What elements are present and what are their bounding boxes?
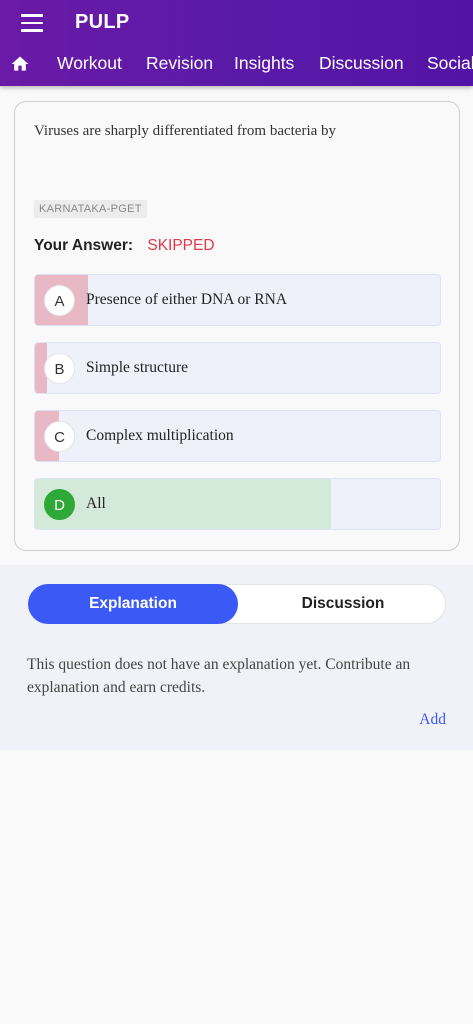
answer-status: SKIPPED xyxy=(147,237,215,254)
home-icon[interactable] xyxy=(10,54,30,74)
explanation-tab[interactable]: Explanation xyxy=(28,584,238,624)
app-bar: PULP Workout Revision Insights Discussio… xyxy=(0,0,473,86)
option-c-letter: C xyxy=(44,421,75,452)
option-d[interactable]: D All xyxy=(34,478,441,530)
your-answer: Your Answer: SKIPPED xyxy=(34,237,215,255)
app-title: PULP xyxy=(75,11,130,33)
question-card: Viruses are sharply differentiated from … xyxy=(14,101,460,551)
option-d-fill xyxy=(35,479,331,529)
exam-tag: KARNATAKA-PGET xyxy=(34,200,147,218)
explanation-panel: Explanation Discussion This question doe… xyxy=(0,565,473,750)
tab-social[interactable]: Social xyxy=(427,53,473,74)
question-text: Viruses are sharply differentiated from … xyxy=(34,123,337,139)
option-b-letter: B xyxy=(44,353,75,384)
tab-workout[interactable]: Workout xyxy=(57,53,122,74)
explanation-text: This question does not have an explanati… xyxy=(27,656,411,696)
nav-tabs: Workout Revision Insights Discussion Soc… xyxy=(0,50,473,80)
option-c[interactable]: C Complex multiplication xyxy=(34,410,441,462)
option-d-text: All xyxy=(86,495,106,512)
option-a-text: Presence of either DNA or RNA xyxy=(86,291,288,308)
tab-revision[interactable]: Revision xyxy=(146,53,213,74)
option-d-letter: D xyxy=(44,489,75,520)
option-c-text: Complex multiplication xyxy=(86,427,234,444)
option-a[interactable]: A Presence of either DNA or RNA xyxy=(34,274,441,326)
discussion-tab[interactable]: Discussion xyxy=(239,584,447,624)
option-a-letter: A xyxy=(44,285,75,316)
answer-label: Your Answer: xyxy=(34,237,134,254)
tab-discussion[interactable]: Discussion xyxy=(319,53,404,74)
tab-insights[interactable]: Insights xyxy=(234,53,294,74)
menu-icon[interactable] xyxy=(21,14,43,32)
segmented-control: Explanation Discussion xyxy=(28,584,446,624)
option-b-text: Simple structure xyxy=(86,359,189,376)
add-explanation-link[interactable]: Add xyxy=(419,711,446,729)
option-b[interactable]: B Simple structure xyxy=(34,342,441,394)
